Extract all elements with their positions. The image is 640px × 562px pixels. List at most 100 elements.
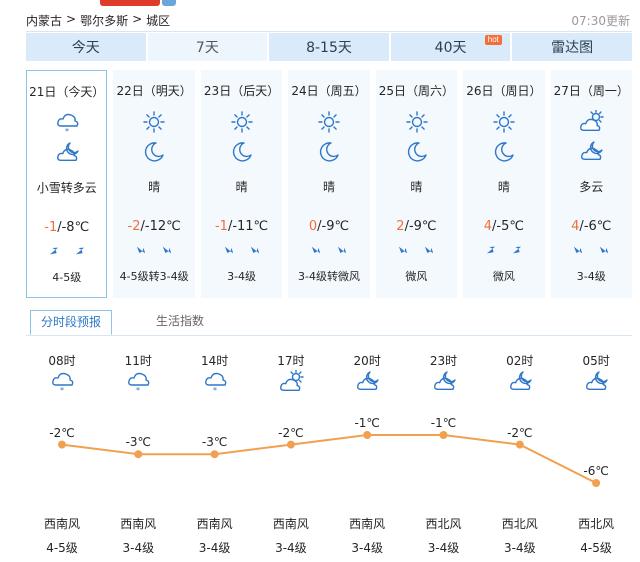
sun-icon bbox=[142, 110, 166, 138]
temperature-data-label: -2℃ bbox=[49, 425, 75, 440]
wind-southwest-icon bbox=[596, 242, 612, 262]
wind-level-label: 4-5级 bbox=[580, 541, 612, 555]
high-temp: -2 bbox=[127, 219, 141, 234]
weather-description: 晴 bbox=[410, 180, 423, 194]
low-temp: -11℃ bbox=[232, 219, 269, 234]
tab-label: 7天 bbox=[195, 40, 219, 56]
hourly-column: 08时 * 西南风 4-5级 bbox=[32, 340, 92, 562]
wind-level: 4-5级转3-4级 bbox=[119, 270, 189, 283]
hour-label: 17时 bbox=[277, 354, 305, 368]
wind-level-label: 3-4级 bbox=[351, 541, 383, 555]
hourly-column: 11时 * 西南风 3-4级 bbox=[108, 340, 168, 562]
tab-40day[interactable]: 40天 hot bbox=[390, 33, 511, 61]
day-date: 25日（周六） bbox=[378, 84, 455, 98]
wind-direction-label: 西南风 bbox=[196, 517, 233, 531]
day-date: 21日（今天） bbox=[29, 85, 105, 99]
low-temp: -6℃ bbox=[583, 219, 612, 234]
tab-label: 40天 bbox=[434, 40, 467, 56]
day-date: 26日（周日） bbox=[466, 84, 542, 98]
breadcrumb-separator: > bbox=[132, 12, 143, 26]
svg-text:*: * bbox=[60, 386, 64, 394]
wind-direction bbox=[376, 242, 457, 262]
snow-cloud-icon: * bbox=[56, 111, 80, 139]
hour-label: 23时 bbox=[429, 354, 458, 368]
wind-level: 4-5级 bbox=[52, 271, 82, 284]
sun-icon bbox=[317, 110, 341, 138]
wind-northeast-icon bbox=[72, 243, 88, 263]
day-date: 27日（周一） bbox=[553, 84, 629, 98]
sub-tabs: 分时段预报 生活指数 bbox=[26, 310, 632, 336]
hourly-column: 02时 西北风 3-4级 bbox=[490, 340, 550, 562]
weather-description: 晴 bbox=[497, 180, 510, 194]
low-temp: -9℃ bbox=[408, 219, 437, 234]
hourly-forecast: 08时 * 西南风 4-5级 -2℃ 11时 * 西南风 3-4级 -3℃ 14时 * 西南风 3-4级 -… bbox=[0, 340, 640, 562]
low-temp: -5℃ bbox=[496, 219, 524, 234]
hour-label: 20时 bbox=[353, 354, 381, 368]
wind-direction-label: 西南风 bbox=[43, 517, 80, 531]
breadcrumb-province[interactable]: 内蒙古 bbox=[26, 12, 62, 29]
hourly-column: 20时 西南风 3-4级 bbox=[337, 340, 397, 562]
sun-icon bbox=[492, 110, 516, 138]
wind-northeast-icon bbox=[509, 242, 525, 262]
day-card[interactable]: 27日（周一） 多云 4/-6℃ 3-4级 bbox=[550, 70, 632, 298]
tab-7day[interactable]: 7天 bbox=[147, 33, 268, 61]
breadcrumb-bar: 内蒙古 > 鄂尔多斯 > 城区 07:30更新 bbox=[26, 12, 632, 32]
day-date: 24日（周五） bbox=[291, 84, 367, 98]
wind-level-label: 3-4级 bbox=[503, 541, 536, 555]
high-temp: 0 bbox=[308, 219, 318, 234]
day-card[interactable]: 21日（今天） * 小雪转多云 -1/-8℃ 4-5级 bbox=[26, 70, 108, 298]
tab-radar[interactable]: 雷达图 bbox=[512, 33, 632, 61]
high-temp: 4 bbox=[483, 219, 492, 234]
svg-text:*: * bbox=[65, 127, 69, 135]
publish-time: 07:30更新 bbox=[571, 14, 630, 28]
wind-level: 3-4级 bbox=[227, 270, 257, 283]
day-card[interactable]: 26日（周日） 晴 4/-5℃ 微风 bbox=[463, 70, 545, 298]
temperature-range: -2/-12℃ bbox=[113, 219, 194, 234]
wind-southwest-icon bbox=[308, 242, 324, 262]
wind-level: 微风 bbox=[405, 270, 428, 283]
moon-icon bbox=[230, 140, 254, 168]
divider bbox=[26, 31, 632, 32]
tab-today[interactable]: 今天 bbox=[26, 33, 146, 61]
day-card[interactable]: 23日（后天） 晴 -1/-11℃ 3-4级 bbox=[200, 70, 283, 298]
tab-hourly-forecast[interactable]: 分时段预报 bbox=[30, 310, 113, 335]
wind-direction bbox=[463, 242, 544, 262]
weather-description: 晴 bbox=[235, 180, 248, 194]
moon-icon bbox=[492, 140, 516, 168]
weather-description: 多云 bbox=[579, 180, 604, 194]
high-temp: 2 bbox=[396, 219, 405, 234]
wind-direction-label: 西北风 bbox=[501, 517, 538, 531]
temperature-range: 4/-6℃ bbox=[551, 219, 632, 234]
wind-direction-label: 西北风 bbox=[578, 517, 615, 531]
wind-level-label: 4-5级 bbox=[46, 541, 78, 555]
tab-life-index[interactable]: 生活指数 bbox=[146, 310, 214, 335]
low-temp: -9℃ bbox=[321, 219, 350, 234]
wind-southwest-icon bbox=[133, 242, 149, 262]
wind-direction bbox=[551, 242, 632, 262]
temperature-data-label: -1℃ bbox=[430, 416, 457, 430]
temperature-data-label: -1℃ bbox=[354, 416, 380, 430]
wind-northeast-icon bbox=[46, 243, 62, 263]
low-temp: -8℃ bbox=[61, 220, 90, 235]
day-card[interactable]: 24日（周五） 晴 0/-9℃ 3-4级转微风 bbox=[288, 70, 370, 298]
day-card[interactable]: 22日（明天） 晴 -2/-12℃ 4-5级转3-4级 bbox=[113, 70, 195, 298]
tab-8-15day[interactable]: 8-15天 bbox=[269, 33, 389, 61]
high-temp: -1 bbox=[214, 219, 228, 234]
day-card[interactable]: 25日（周六） 晴 2/-9℃ 微风 bbox=[375, 70, 458, 298]
day-date: 22日（明天） bbox=[116, 84, 192, 98]
wind-level-label: 3-4级 bbox=[427, 541, 460, 555]
sun-icon bbox=[405, 110, 429, 138]
tab-label: 雷达图 bbox=[551, 40, 594, 56]
temperature-data-label: -6℃ bbox=[583, 464, 609, 478]
breadcrumb-city[interactable]: 鄂尔多斯 bbox=[80, 12, 128, 29]
moon-icon bbox=[142, 140, 166, 168]
wind-direction bbox=[27, 243, 106, 263]
hot-badge: hot bbox=[484, 35, 502, 45]
weather-description: 晴 bbox=[322, 180, 335, 194]
wind-direction-label: 西南风 bbox=[272, 517, 309, 531]
forecast-tabs: 今天 7天 8-15天 40天 hot 雷达图 bbox=[26, 33, 632, 61]
wind-direction bbox=[288, 242, 369, 262]
hour-label: 11时 bbox=[124, 354, 152, 368]
moon-icon bbox=[317, 140, 341, 168]
temperature-range: 4/-5℃ bbox=[463, 219, 544, 234]
